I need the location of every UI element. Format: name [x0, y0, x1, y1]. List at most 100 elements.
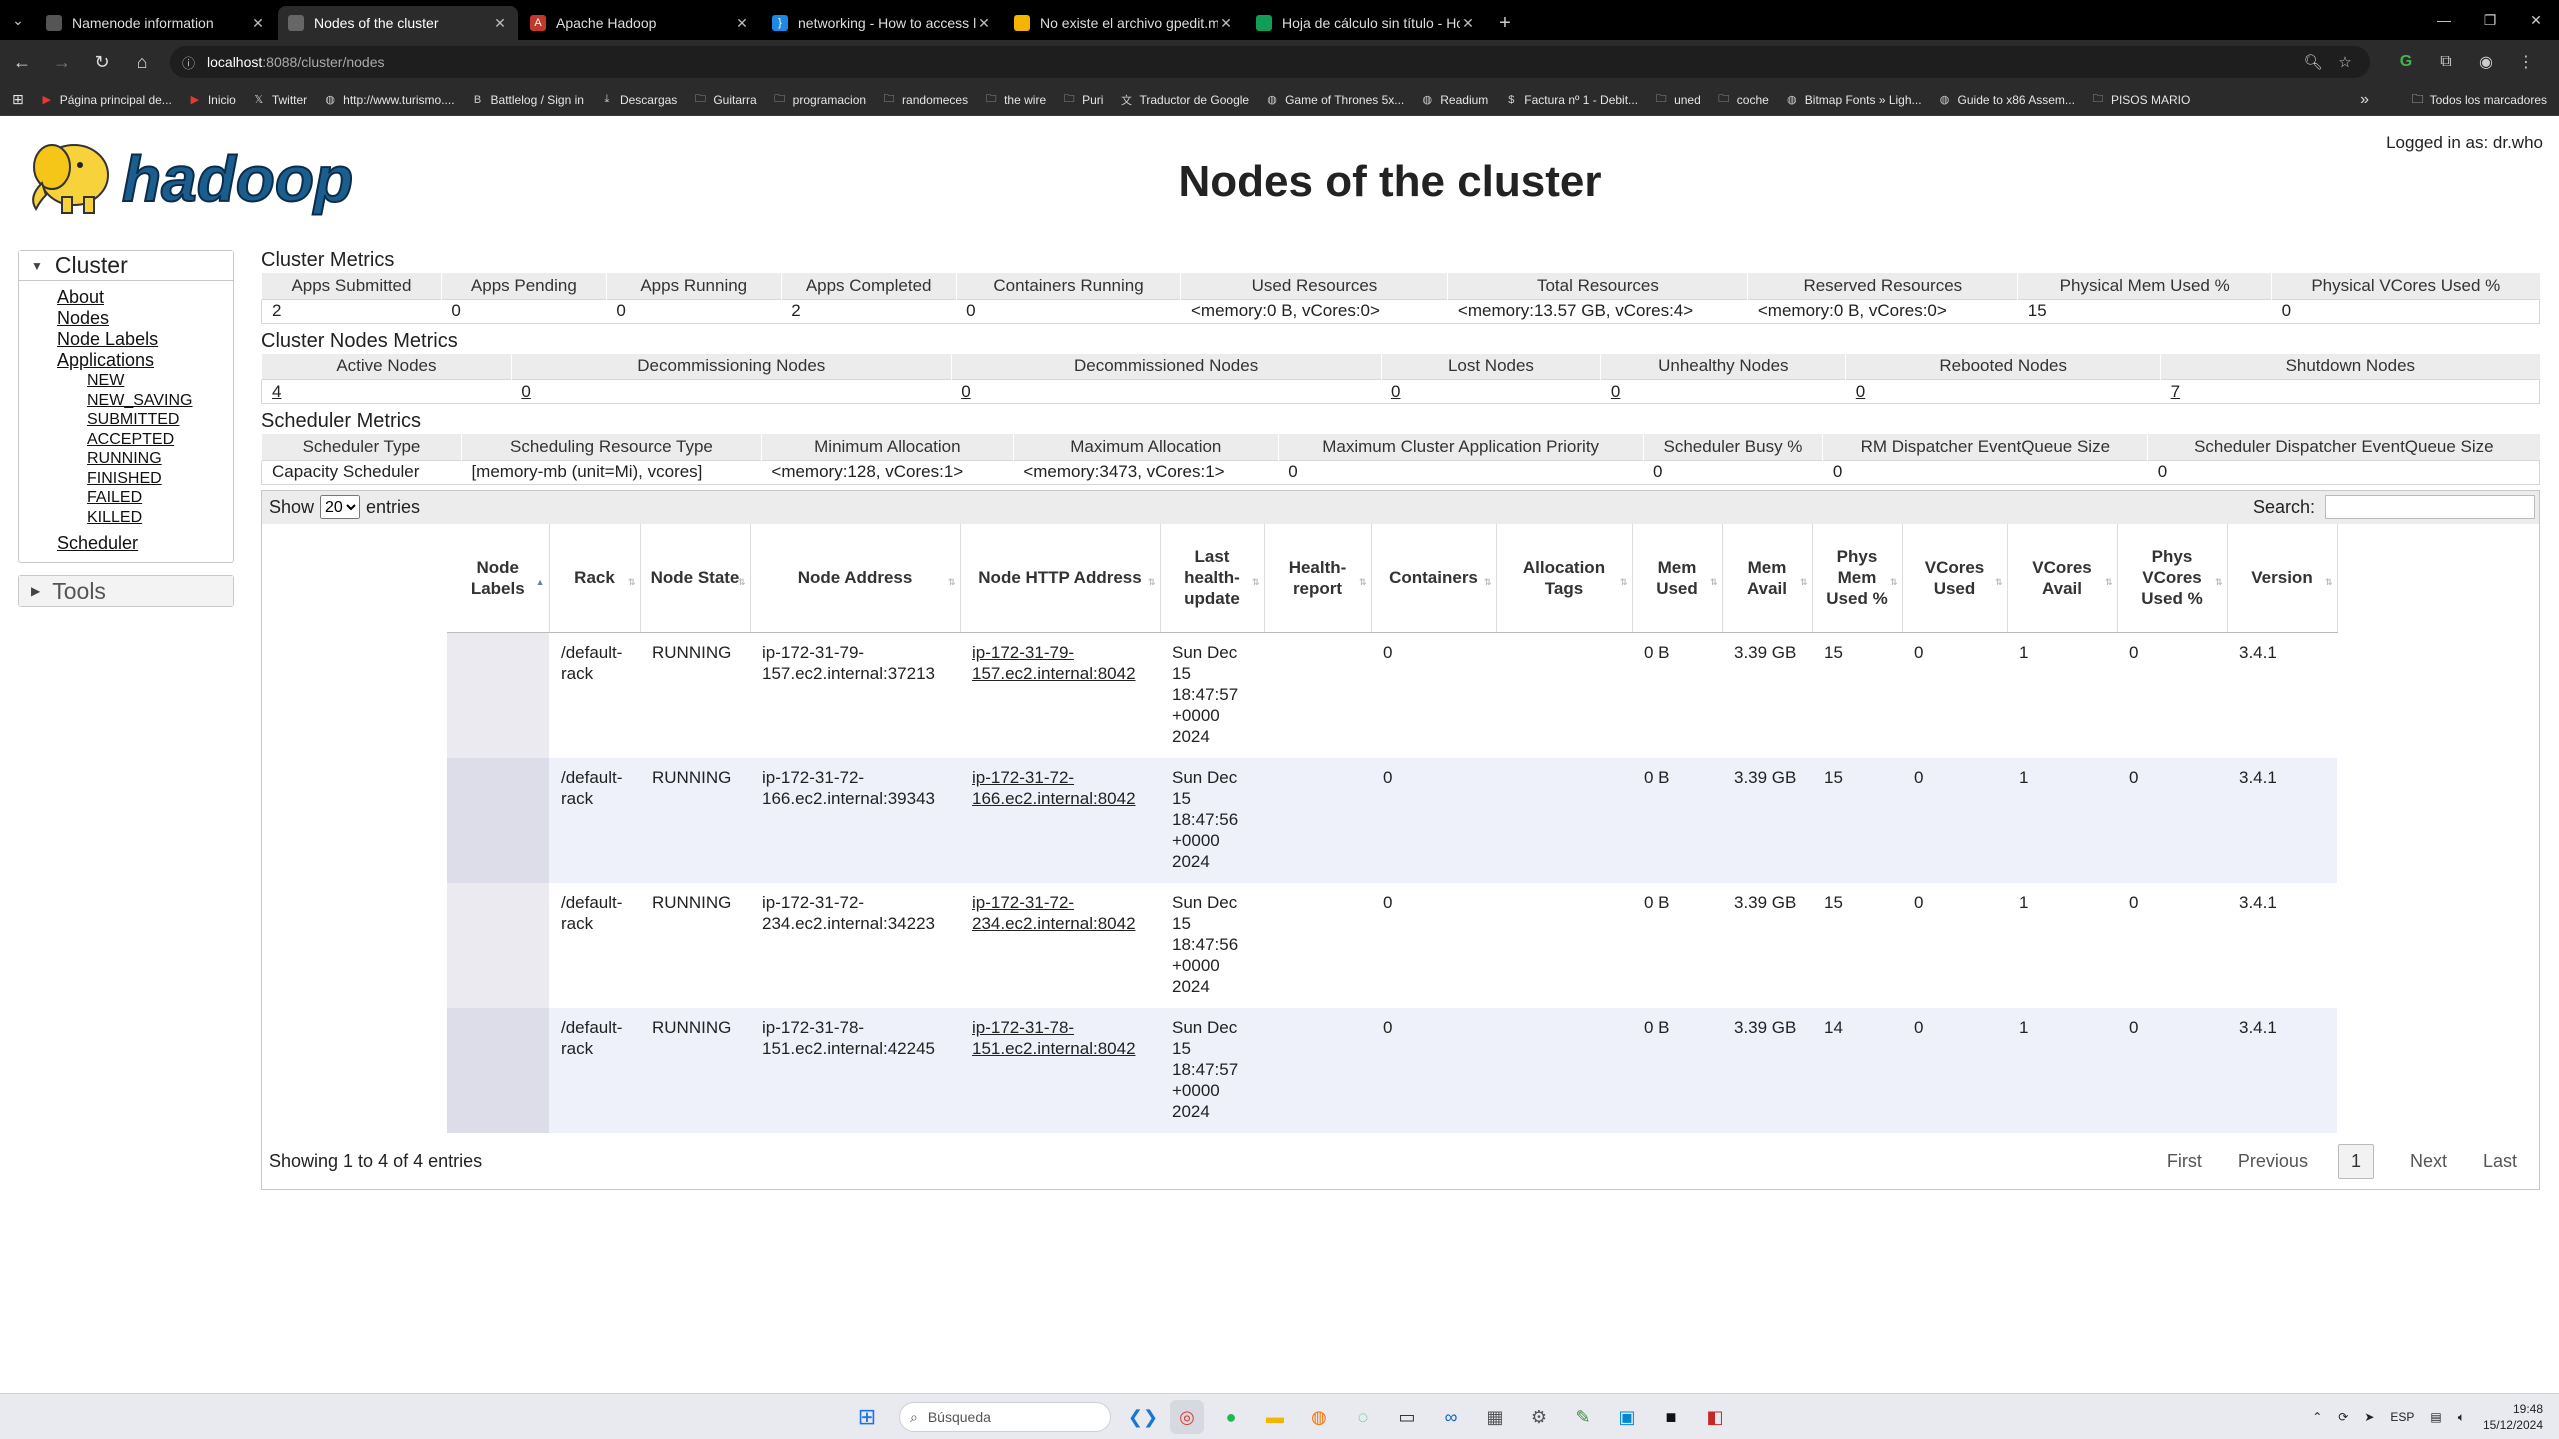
bookmark-item[interactable]: 𝕏 Twitter: [252, 93, 307, 107]
bookmark-item[interactable]: ◍ http://www.turismo....: [323, 93, 454, 107]
metrics-link[interactable]: 0: [1391, 382, 1400, 401]
pager-previous[interactable]: Previous: [2238, 1151, 2308, 1172]
tab-close-icon[interactable]: ✕: [1460, 15, 1476, 32]
bookmark-item[interactable]: 🗀 programacion: [773, 93, 866, 107]
extension-g-icon[interactable]: G: [2386, 44, 2426, 80]
tray-sync-icon[interactable]: ⟳: [2338, 1410, 2348, 1424]
bookmark-item[interactable]: 🗀 uned: [1654, 93, 1701, 107]
nodes-column-header[interactable]: Rack ⇅: [549, 523, 641, 633]
hadoop-logo[interactable]: hadoop: [22, 131, 392, 221]
zoom-icon[interactable]: 🔍︎: [2300, 49, 2326, 75]
nav-link-state-finished[interactable]: FINISHED: [87, 469, 233, 489]
nav-link-state-failed[interactable]: FAILED: [87, 488, 233, 508]
menu-dots-icon[interactable]: ⋮: [2506, 44, 2546, 80]
windows-start-icon[interactable]: ⊞: [850, 1400, 884, 1434]
nav-link-state-submitted[interactable]: SUBMITTED: [87, 410, 233, 430]
profile-icon[interactable]: ◉: [2466, 44, 2506, 80]
nodes-column-header[interactable]: Phys Mem Used % ⇅: [1812, 523, 1903, 633]
remote-desktop-icon[interactable]: ▣: [1610, 1400, 1644, 1434]
notepad-icon[interactable]: ✎: [1566, 1400, 1600, 1434]
app-icon[interactable]: ◧: [1698, 1400, 1732, 1434]
bookmark-item[interactable]: 文 Traductor de Google: [1119, 93, 1249, 107]
bookmark-star-icon[interactable]: ☆: [2332, 49, 2358, 75]
metrics-link[interactable]: 7: [2171, 382, 2180, 401]
nav-link-node-labels[interactable]: Node Labels: [57, 329, 233, 350]
metrics-link[interactable]: 0: [1856, 382, 1865, 401]
cluster-section-header[interactable]: ▼ Cluster: [19, 251, 233, 281]
tab-close-icon[interactable]: ✕: [492, 15, 508, 32]
clock[interactable]: 19:48 15/12/2024: [2483, 1401, 2543, 1433]
bookmark-item[interactable]: 🗀 the wire: [984, 93, 1047, 107]
nodes-column-header[interactable]: Phys VCores Used % ⇅: [2117, 523, 2228, 633]
apps-grid-icon[interactable]: ⊞: [12, 91, 24, 108]
new-tab-button[interactable]: +: [1488, 6, 1522, 40]
all-bookmarks-button[interactable]: 🗀 Todos los marcadores: [2412, 84, 2547, 116]
tray-location-icon[interactable]: ➤: [2364, 1410, 2374, 1424]
bookmarks-overflow-icon[interactable]: »: [2360, 84, 2369, 116]
nodes-column-header[interactable]: VCores Avail ⇅: [2007, 523, 2118, 633]
nodes-column-header[interactable]: Node HTTP Address ⇅: [960, 523, 1161, 633]
bookmark-item[interactable]: ◍ Readium: [1420, 93, 1488, 107]
browser-tab[interactable]: Namenode information ✕: [36, 6, 276, 40]
bookmark-item[interactable]: 🗀 Guitarra: [693, 93, 757, 107]
bookmark-item[interactable]: 🗀 randomeces: [882, 93, 969, 107]
bookmark-item[interactable]: $ Factura nº 1 - Debit...: [1504, 93, 1638, 107]
language-indicator[interactable]: ESP: [2390, 1410, 2414, 1424]
tray-chevron-up-icon[interactable]: ⌃: [2312, 1410, 2322, 1424]
volume-icon[interactable]: 🔈︎: [2458, 1410, 2465, 1425]
bookmark-item[interactable]: 🗀 PISOS MARIO: [2091, 93, 2190, 107]
pager-next[interactable]: Next: [2410, 1151, 2447, 1172]
firefox-icon[interactable]: ◍: [1302, 1400, 1336, 1434]
network-icon[interactable]: ▤: [2430, 1410, 2441, 1424]
tab-search-icon[interactable]: ⌄: [0, 0, 36, 40]
nav-link-about[interactable]: About: [57, 287, 233, 308]
close-window-icon[interactable]: ✕: [2513, 0, 2559, 40]
bookmark-item[interactable]: ▶ Página principal de...: [40, 93, 172, 107]
browser-tab[interactable]: Nodes of the cluster ✕: [278, 6, 518, 40]
minimize-icon[interactable]: —: [2421, 0, 2467, 40]
calculator-icon[interactable]: ▦: [1478, 1400, 1512, 1434]
browser-tab[interactable]: Hoja de cálculo sin título - Hoja ✕: [1246, 6, 1486, 40]
bookmark-item[interactable]: ⤓ Descargas: [600, 93, 678, 107]
reload-icon[interactable]: ↻: [84, 44, 120, 80]
bookmark-item[interactable]: ◍ Game of Thrones 5x...: [1265, 93, 1404, 107]
page-size-select[interactable]: 20: [320, 495, 361, 519]
node-http-link[interactable]: ip-172-31-79-157.ec2.internal:8042: [972, 643, 1136, 683]
bookmark-item[interactable]: ◍ Guide to x86 Assem...: [1938, 93, 2075, 107]
nav-link-state-new[interactable]: NEW: [87, 371, 233, 391]
nodes-column-header[interactable]: VCores Used ⇅: [1902, 523, 2008, 633]
bookmark-item[interactable]: 🗀 Puri: [1062, 93, 1104, 107]
nodes-column-header[interactable]: Containers ⇅: [1371, 523, 1497, 633]
address-bar[interactable]: ⓘ localhost:8088/cluster/nodes 🔍︎ ☆: [170, 46, 2370, 78]
node-http-link[interactable]: ip-172-31-72-234.ec2.internal:8042: [972, 893, 1136, 933]
file-explorer-icon[interactable]: ▬: [1258, 1400, 1292, 1434]
settings-gear-icon[interactable]: ⚙: [1522, 1400, 1556, 1434]
tab-close-icon[interactable]: ✕: [250, 15, 266, 32]
search-input[interactable]: [2325, 495, 2535, 519]
nodes-column-header[interactable]: Version ⇅: [2227, 523, 2338, 633]
vscode-icon[interactable]: ❮❯: [1126, 1400, 1160, 1434]
extensions-icon[interactable]: ⧉: [2426, 44, 2466, 80]
forward-icon[interactable]: →: [44, 44, 80, 80]
browser-tab[interactable]: A Apache Hadoop ✕: [520, 6, 760, 40]
spotify-icon[interactable]: ●: [1214, 1400, 1248, 1434]
nav-link-state-running[interactable]: RUNNING: [87, 449, 233, 469]
meta-icon[interactable]: ∞: [1434, 1400, 1468, 1434]
pager-last[interactable]: Last: [2483, 1151, 2517, 1172]
tab-close-icon[interactable]: ✕: [734, 15, 750, 32]
chrome-icon[interactable]: ◎: [1170, 1400, 1204, 1434]
terminal-icon[interactable]: ▭: [1390, 1400, 1424, 1434]
nav-link-nodes[interactable]: Nodes: [57, 308, 233, 329]
bookmark-item[interactable]: B Battlelog / Sign in: [471, 93, 584, 107]
back-icon[interactable]: ←: [4, 44, 40, 80]
cmd-icon[interactable]: ■: [1654, 1400, 1688, 1434]
nodes-column-header[interactable]: Node Address ⇅: [750, 523, 961, 633]
nav-link-applications[interactable]: Applications: [57, 350, 233, 371]
whatsapp-icon[interactable]: ◌: [1346, 1400, 1380, 1434]
restore-icon[interactable]: ❐: [2467, 0, 2513, 40]
node-http-link[interactable]: ip-172-31-78-151.ec2.internal:8042: [972, 1018, 1136, 1058]
taskbar-search[interactable]: ⌕ Búsqueda: [899, 1402, 1111, 1432]
nav-link-scheduler[interactable]: Scheduler: [57, 533, 233, 554]
bookmark-item[interactable]: ▶ Inicio: [188, 93, 236, 107]
pager-first[interactable]: First: [2167, 1151, 2202, 1172]
